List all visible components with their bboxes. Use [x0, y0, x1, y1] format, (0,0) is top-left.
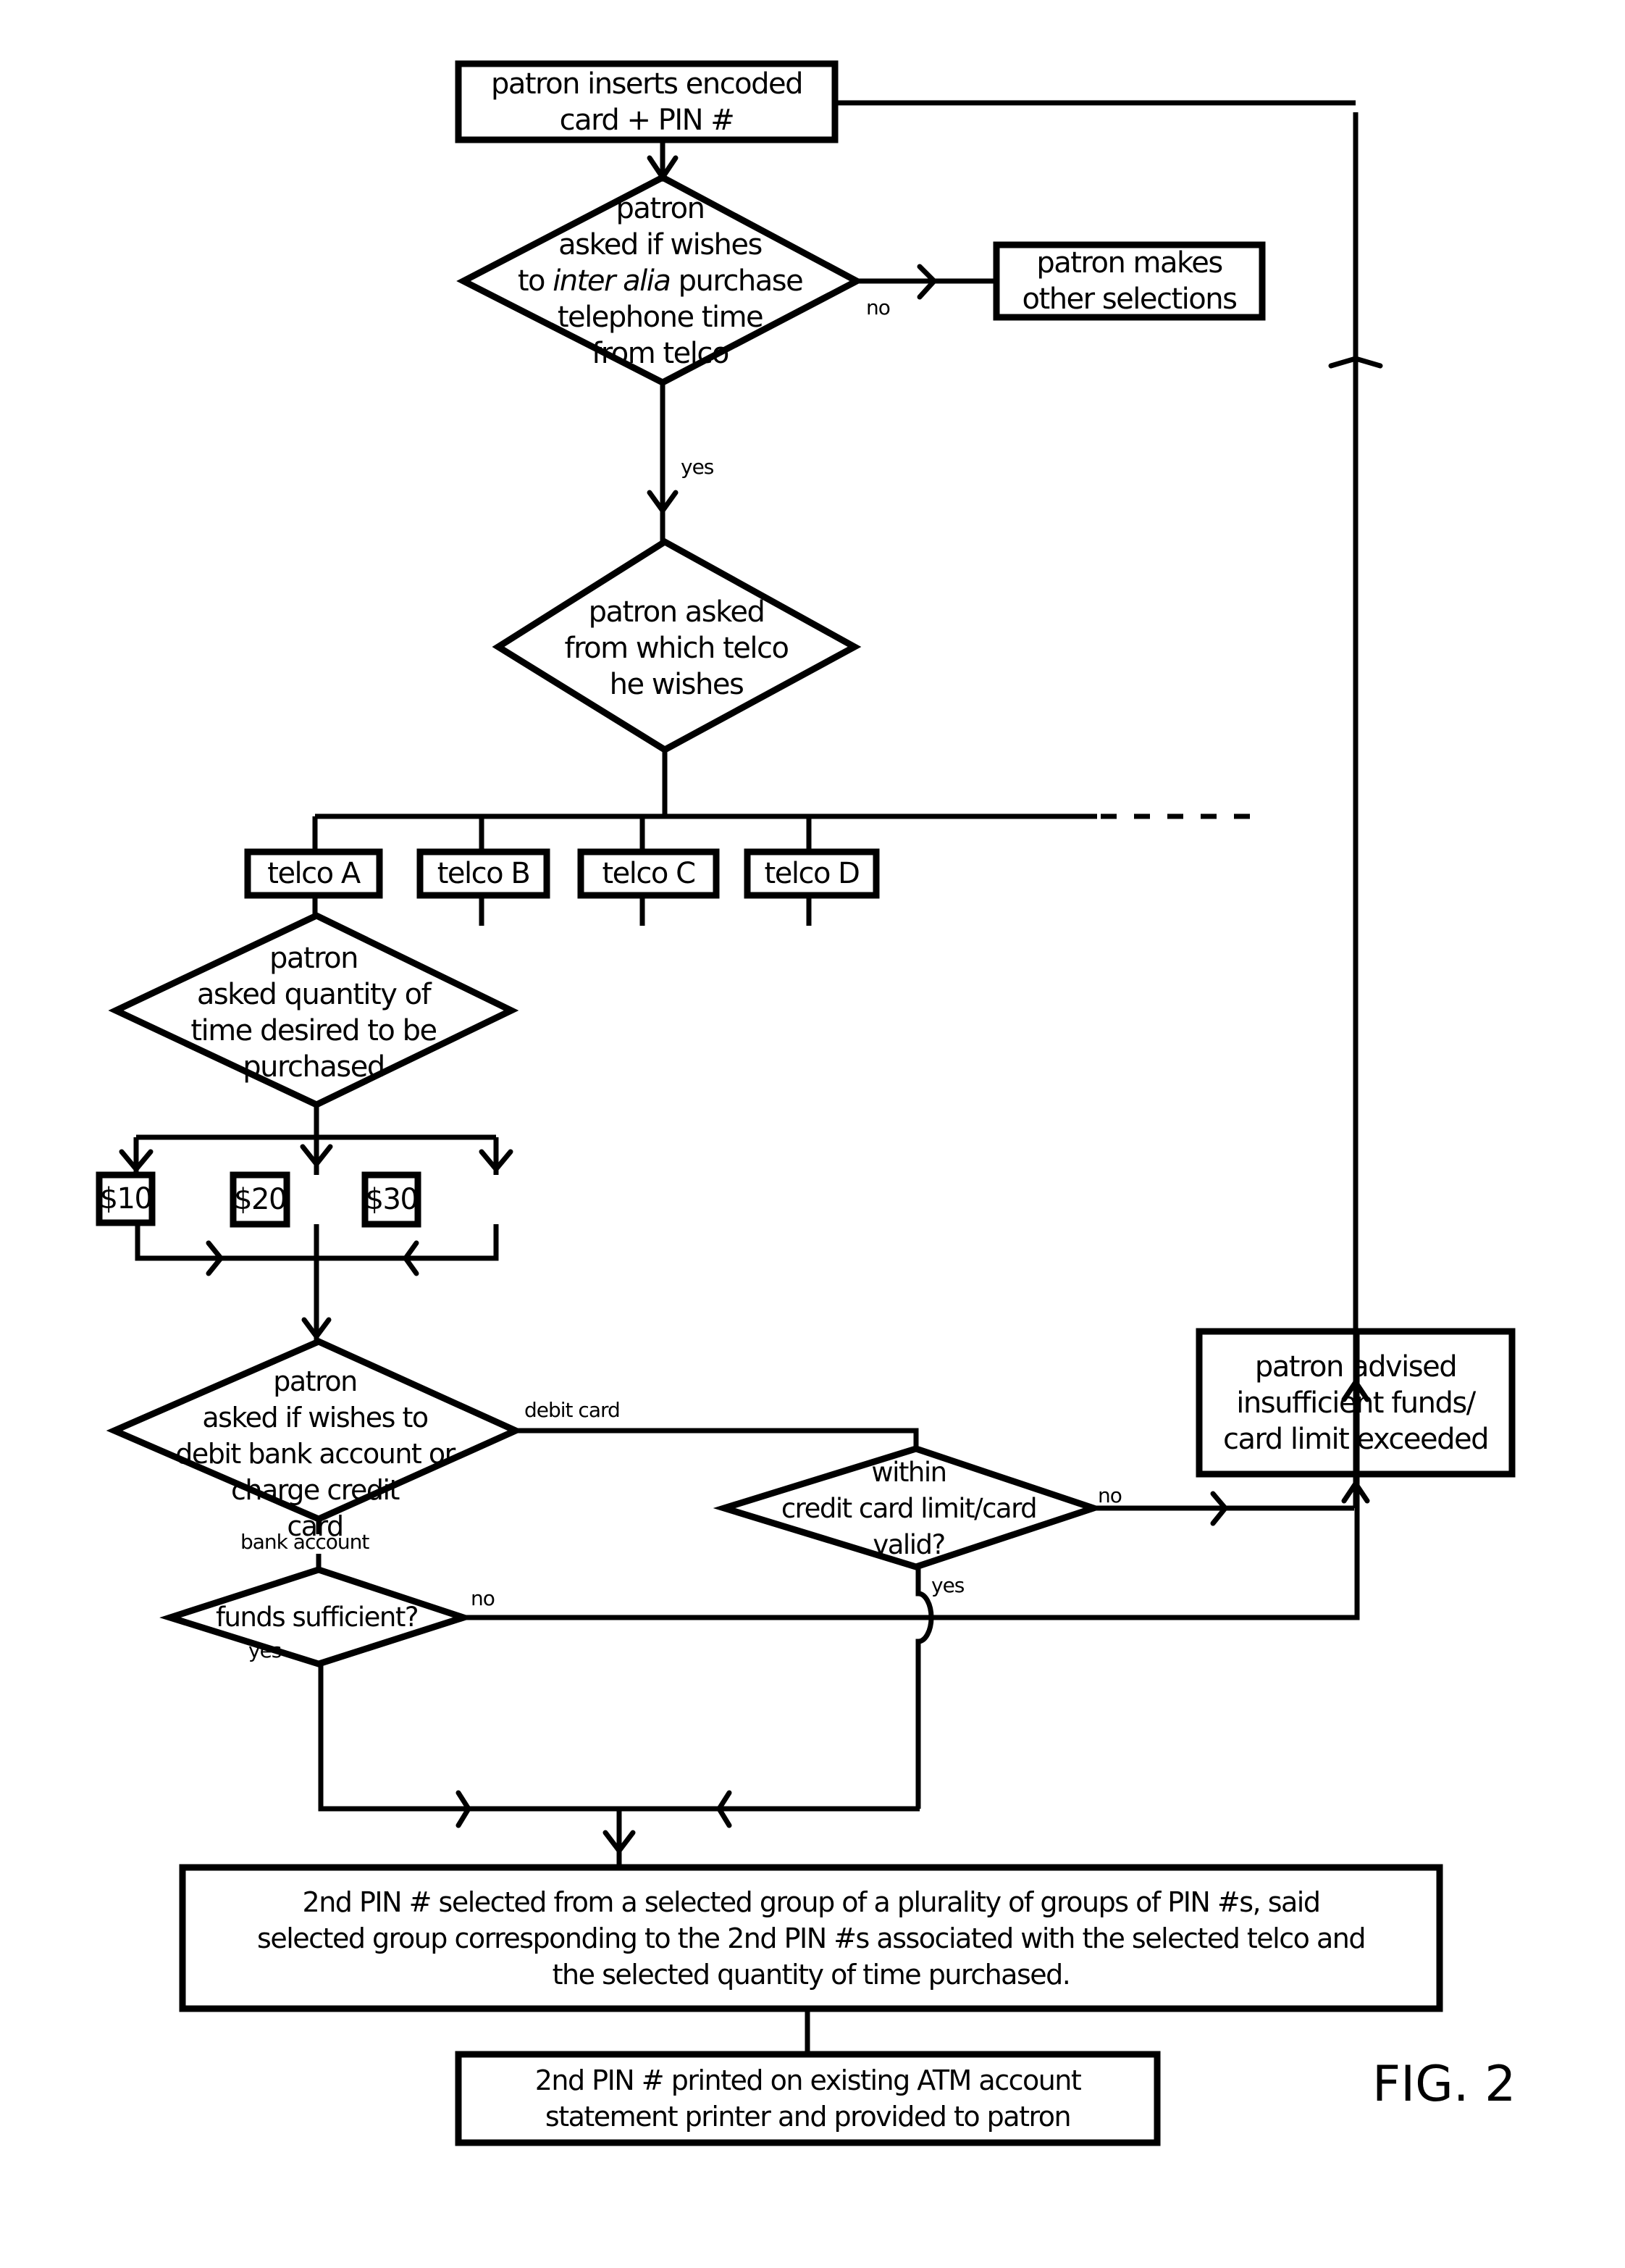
- edge-debit-card: [516, 1428, 919, 1449]
- figure-label: FIG. 2: [1372, 2056, 1516, 2113]
- insufficient-line-3: card limit exceeded: [1222, 1422, 1490, 1456]
- telco-c-label: telco C: [602, 857, 696, 890]
- label-purchase-no: no: [866, 296, 891, 319]
- label-debit-card: debit card: [524, 1398, 621, 1422]
- start-text: patron inserts encoded card + PIN #: [458, 64, 835, 140]
- ask-purchase-italic: inter alia: [553, 264, 671, 298]
- telco-a-label: telco A: [267, 857, 361, 890]
- ask-payment-line-4: charge credit: [231, 1474, 400, 1506]
- print-pin-line-2: statement printer and provided to patron: [545, 2101, 1072, 2133]
- ask-purchase-line-3: to inter alia purchase: [517, 263, 804, 299]
- ask-purchase-line-4: telephone time: [557, 301, 764, 334]
- credit-check-line-2: credit card limit/card: [781, 1493, 1038, 1524]
- ask-payment-line-2: asked if wishes to: [202, 1402, 429, 1434]
- edge-merge-10: [135, 1223, 316, 1261]
- ask-payment-line-3: debit bank account or: [175, 1438, 455, 1470]
- select-pin-line-1: 2nd PIN # selected from a selected group…: [302, 1886, 1321, 1918]
- start-line-1: patron inserts encoded: [490, 67, 804, 101]
- print-pin-line-1: 2nd PIN # printed on existing ATM accoun…: [534, 2064, 1082, 2096]
- telco-b-text: telco B: [420, 852, 547, 895]
- ask-purchase-line-2: asked if wishes: [558, 228, 763, 261]
- ask-payment-text: patron asked if wishes to debit bank accou…: [114, 1363, 516, 1544]
- ask-telco-line-2: from which telco: [564, 632, 789, 665]
- label-bank-account: bank account: [240, 1530, 369, 1554]
- credit-check-line-3: valid?: [873, 1529, 946, 1560]
- label-purchase-yes: yes: [681, 455, 714, 479]
- select-pin-text: 2nd PIN # selected from a selected group…: [182, 1867, 1440, 2009]
- ask-telco-line-1: patron asked: [588, 595, 765, 629]
- label-funds-yes: yes: [248, 1639, 282, 1662]
- label-credit-yes: yes: [931, 1573, 965, 1597]
- ask-telco-line-3: he wishes: [609, 668, 744, 701]
- select-pin-line-2: selected group corresponding to the 2nd …: [257, 1922, 1366, 1954]
- other-selections-line-1: patron makes: [1036, 246, 1223, 280]
- ask-quantity-text: patron asked quantity of time desired to b…: [116, 938, 511, 1087]
- edge-credit-yes: [915, 1567, 934, 1809]
- funds-check-line-1: funds sufficient?: [216, 1602, 419, 1633]
- label-funds-no: no: [471, 1586, 495, 1610]
- amount-10-text: $10: [99, 1175, 153, 1223]
- credit-check-line-1: within: [871, 1457, 947, 1488]
- ask-purchase-line-1: patron: [616, 192, 705, 225]
- ask-purchase-text: patron asked if wishes to inter alia pur…: [463, 192, 857, 370]
- telco-d-label: telco D: [764, 857, 860, 890]
- telco-c-text: telco C: [581, 852, 716, 895]
- ask-purchase-pre: to: [517, 264, 553, 298]
- credit-check-text: within credit card limit/card valid?: [724, 1455, 1093, 1563]
- funds-check-text: funds sufficient?: [170, 1597, 463, 1638]
- start-line-2: card + PIN #: [559, 103, 735, 137]
- ask-quantity-line-3: time desired to be: [190, 1013, 437, 1047]
- insufficient-line-1: patron advised: [1254, 1349, 1458, 1384]
- telco-b-label: telco B: [437, 857, 531, 890]
- label-credit-no: no: [1098, 1484, 1122, 1507]
- amount-10-label: $10: [99, 1182, 153, 1215]
- telco-d-text: telco D: [747, 852, 876, 895]
- insufficient-text: patron advised insufficient funds/card li…: [1199, 1331, 1512, 1474]
- amount-20-text: $20: [233, 1175, 287, 1224]
- print-pin-text: 2nd PIN # printed on existing ATM accoun…: [458, 2054, 1157, 2143]
- ask-quantity-line-4: purchased: [243, 1050, 385, 1084]
- other-selections-text: patron makes other selections: [996, 245, 1262, 317]
- amount-30-text: $30: [365, 1175, 419, 1224]
- ask-quantity-line-1: patron: [269, 941, 358, 975]
- amount-30-label: $30: [365, 1183, 419, 1216]
- select-pin-line-3: the selected quantity of time purchased.: [552, 1958, 1071, 1991]
- insufficient-line-2: insufficient funds/: [1236, 1386, 1476, 1420]
- ask-quantity-line-2: asked quantity of: [196, 977, 432, 1011]
- telco-a-text: telco A: [248, 852, 379, 895]
- ask-purchase-post: purchase: [670, 264, 804, 298]
- ask-telco-text: patron asked from which telco he wishes: [498, 594, 855, 703]
- amount-20-label: $20: [234, 1183, 287, 1216]
- ask-purchase-line-5: from telco: [592, 337, 729, 370]
- ask-payment-line-1: patron: [273, 1365, 358, 1397]
- other-selections-line-2: other selections: [1022, 283, 1238, 316]
- edge-funds-yes: [318, 1664, 920, 1812]
